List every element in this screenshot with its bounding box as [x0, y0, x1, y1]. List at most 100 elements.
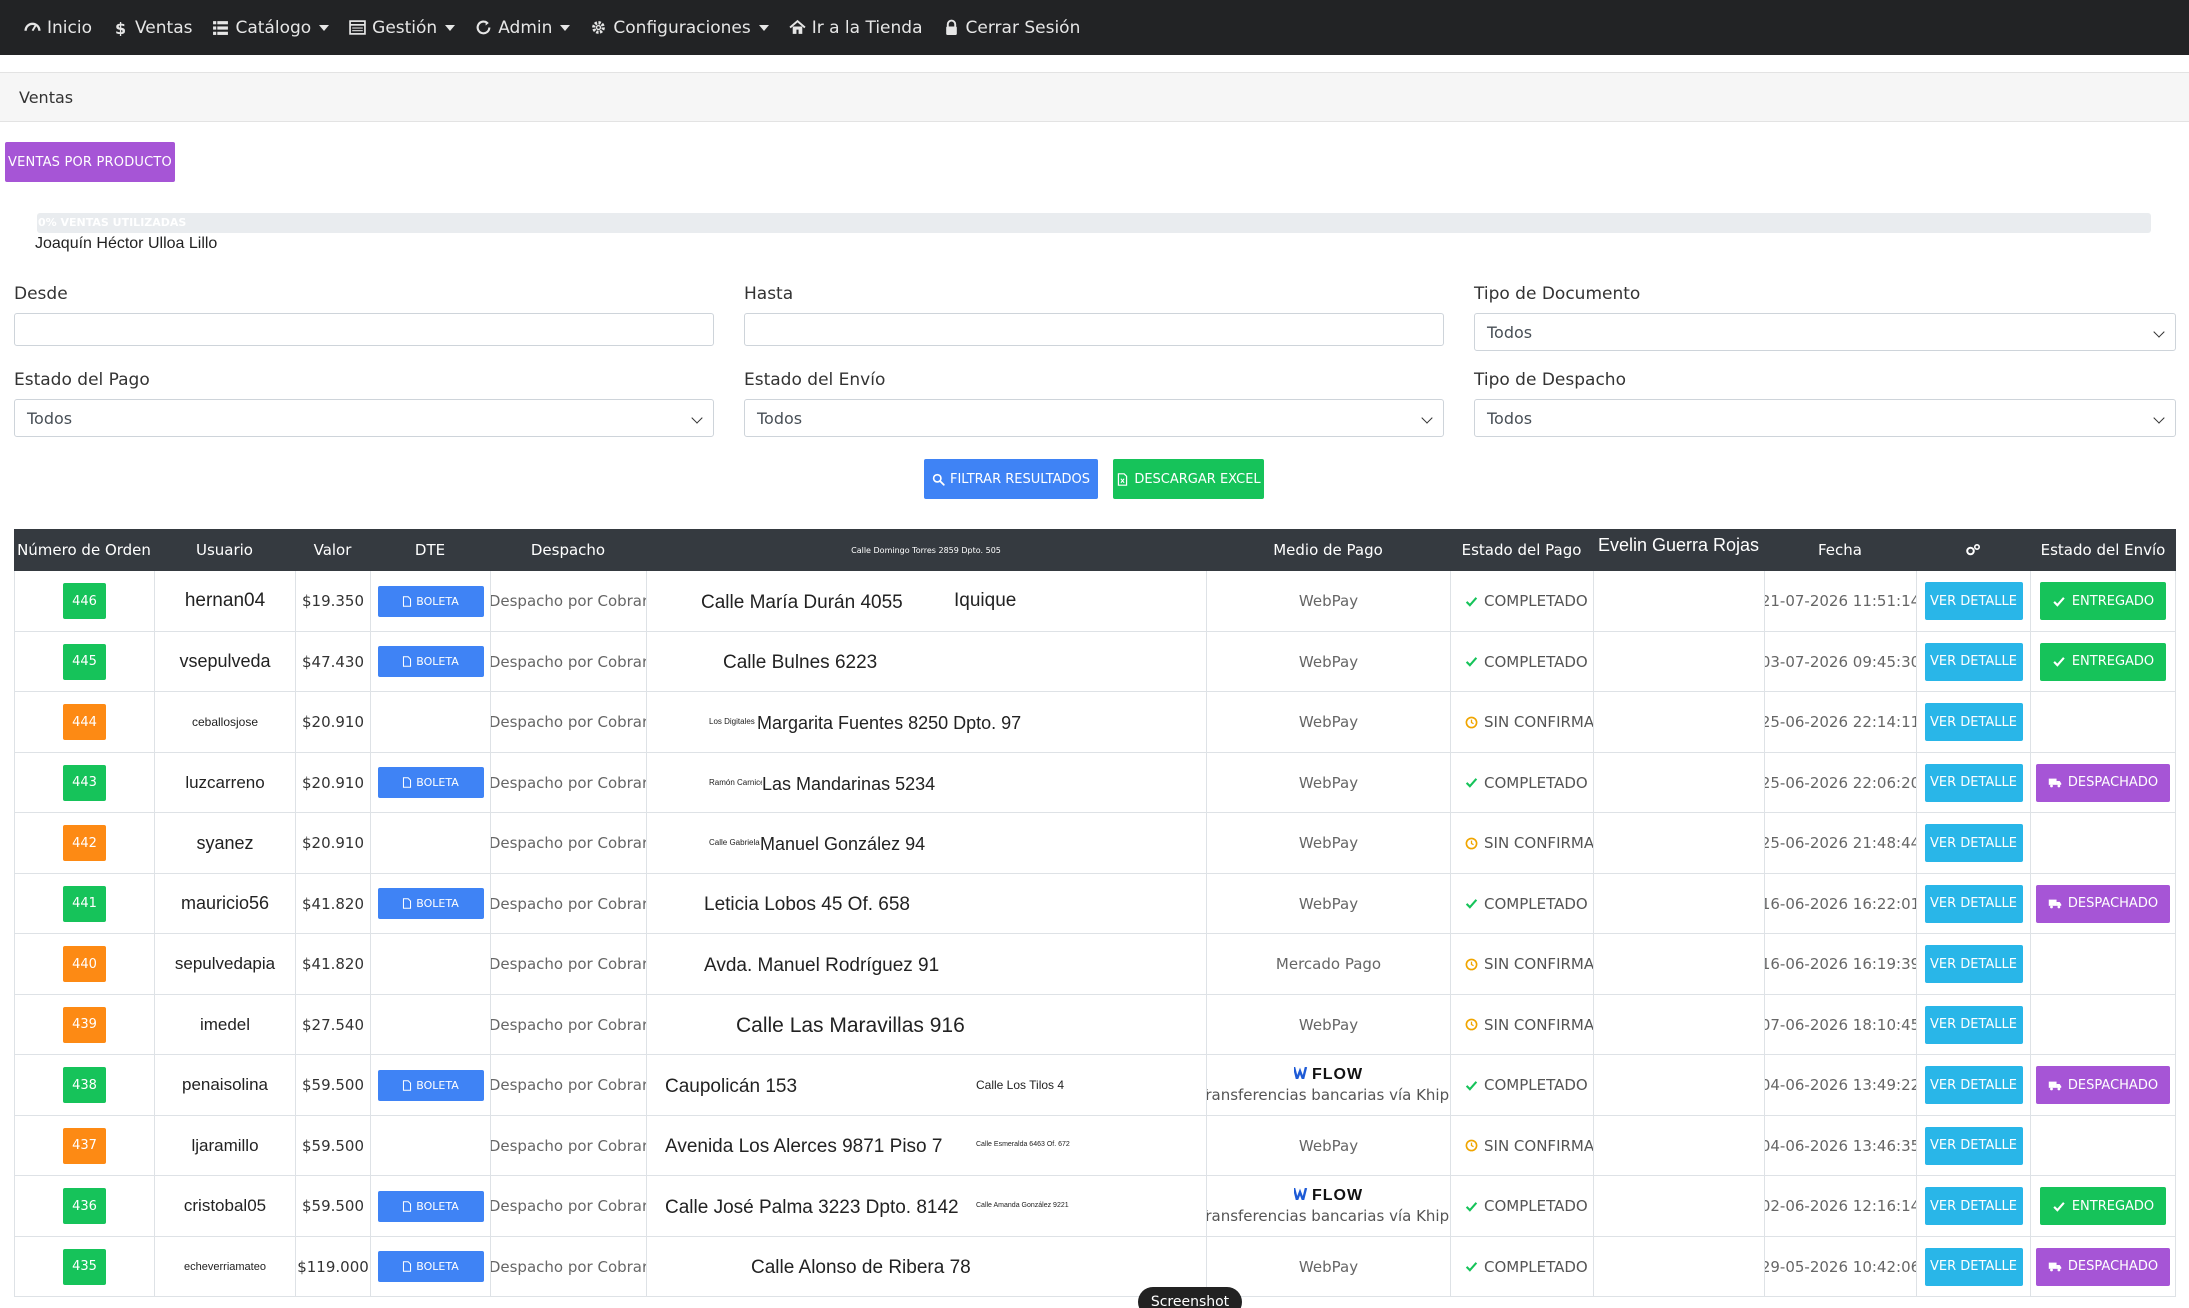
order-value: $19.350: [301, 592, 365, 610]
tipo-documento-select[interactable]: Todos: [1474, 313, 2176, 351]
ship-status-cell: ENTREGADO: [2030, 571, 2176, 631]
name-cell: [1593, 692, 1764, 752]
address-cell: Los Digitales 5975 Margarita Fuentes 8250…: [646, 692, 1206, 752]
tipo-despacho-select[interactable]: Todos: [1474, 399, 2176, 437]
ship-status-button[interactable]: ENTREGADO: [2039, 582, 2167, 620]
view-detail-button[interactable]: VER DETALLE: [1924, 824, 2023, 862]
order-number-badge[interactable]: 437: [63, 1127, 106, 1164]
user-cell: hernan04: [154, 571, 295, 631]
estado-envio-value: Todos: [757, 408, 803, 428]
table-row: 442 syanez $20.910 Despacho por Cobrar Calle…: [14, 813, 2176, 874]
view-detail-button[interactable]: VER DETALLE: [1924, 1005, 2023, 1044]
ship-status-button[interactable]: DESPACHADO: [2035, 763, 2171, 802]
nav-item-admin[interactable]: Admin: [475, 18, 571, 38]
hasta-input[interactable]: [744, 313, 1444, 346]
order-number-badge[interactable]: 443: [63, 764, 106, 801]
view-detail-button[interactable]: VER DETALLE: [1924, 945, 2023, 983]
nav-item-ventas[interactable]: $ Ventas: [112, 18, 193, 38]
nav-item-catálogo[interactable]: Catálogo: [212, 18, 330, 38]
view-detail-button[interactable]: VER DETALLE: [1924, 582, 2023, 620]
payment-status-label: COMPLETADO: [1484, 592, 1588, 610]
detail-cell: VER DETALLE: [1916, 873, 2030, 934]
view-detail-button[interactable]: VER DETALLE: [1924, 1066, 2023, 1104]
address-main: Caupolicán 153: [665, 1075, 798, 1097]
payment-status-cell: COMPLETADO: [1450, 752, 1593, 813]
order-number-badge[interactable]: 441: [63, 885, 106, 922]
desde-input[interactable]: [14, 313, 714, 346]
date-cell: 16-06-2026 16:22:01: [1764, 873, 1916, 934]
payment-status-cell: SIN CONFIRMAR: [1450, 994, 1593, 1055]
nav-item-cerrar-sesión[interactable]: Cerrar Sesión: [943, 17, 1081, 38]
order-number-badge[interactable]: 435: [63, 1248, 106, 1285]
order-number-badge[interactable]: 444: [63, 704, 106, 740]
order-number-badge[interactable]: 440: [63, 946, 106, 982]
ship-status-button[interactable]: DESPACHADO: [2035, 884, 2171, 923]
ship-status-button[interactable]: ENTREGADO: [2039, 1187, 2167, 1225]
nav-item-ir-a-la-tienda[interactable]: Ir a la Tienda: [789, 18, 923, 38]
dispatch-type: Despacho por Cobrar: [490, 955, 646, 973]
address-main: Calle Bulnes 6223: [723, 652, 878, 674]
order-number-badge[interactable]: 446: [63, 583, 106, 619]
user-cell: sepulvedapia: [154, 934, 295, 994]
dispatch-cell: Despacho por Cobrar: [490, 1236, 646, 1297]
order-number-badge[interactable]: 445: [63, 643, 106, 680]
boleta-button[interactable]: BOLETA: [377, 1251, 484, 1282]
gear-icon: [590, 19, 607, 36]
view-detail-button[interactable]: VER DETALLE: [1924, 1187, 2023, 1225]
boleta-button[interactable]: BOLETA: [377, 646, 484, 677]
order-cell: 444: [14, 692, 154, 752]
ship-status-button[interactable]: DESPACHADO: [2035, 1066, 2171, 1104]
payment-method: WebPay: [1298, 773, 1359, 792]
boleta-button[interactable]: BOLETA: [377, 767, 484, 798]
estado-pago-label: Estado del Pago: [14, 370, 150, 390]
nav-item-inicio[interactable]: Inicio: [24, 18, 92, 38]
breadcrumb: Ventas: [0, 72, 2189, 122]
nav-item-label: Cerrar Sesión: [965, 17, 1081, 38]
boleta-button[interactable]: BOLETA: [377, 1190, 484, 1222]
payment-status-cell: SIN CONFIRMAR: [1450, 813, 1593, 873]
value-cell: $59.500: [295, 1115, 370, 1176]
chevron-down-icon: [1421, 412, 1433, 424]
order-number-badge[interactable]: 439: [63, 1006, 106, 1043]
ship-status-button[interactable]: DESPACHADO: [2035, 1247, 2171, 1286]
payment-method-cell: Mercado Pago: [1206, 934, 1450, 994]
nav-item-configuraciones[interactable]: Configuraciones: [590, 18, 769, 38]
view-detail-button[interactable]: VER DETALLE: [1924, 763, 2023, 802]
flow-mark-icon: [1292, 1187, 1312, 1205]
file-icon: [402, 656, 416, 667]
view-detail-button[interactable]: VER DETALLE: [1924, 884, 2023, 923]
download-excel-button[interactable]: DESCARGAR EXCEL: [1113, 459, 1264, 499]
nav-item-gestión[interactable]: Gestión: [349, 18, 456, 38]
estado-envio-select[interactable]: Todos: [744, 399, 1444, 437]
order-number-badge[interactable]: 438: [63, 1067, 106, 1103]
order-number-badge[interactable]: 442: [63, 825, 106, 861]
payment-method-cell: FLOW Transferencias bancarias vía Khipu: [1206, 1176, 1450, 1236]
payment-method: WebPay: [1298, 834, 1359, 852]
payment-status-cell: SIN CONFIRMAR: [1450, 1115, 1593, 1176]
estado-pago-select[interactable]: Todos: [14, 399, 714, 437]
user-cell: penaisolina: [154, 1055, 295, 1115]
filter-results-button[interactable]: FILTRAR RESULTADOS: [924, 459, 1098, 499]
dte-cell: [370, 1115, 490, 1176]
view-detail-button[interactable]: VER DETALLE: [1924, 703, 2023, 741]
boleta-button[interactable]: BOLETA: [377, 1069, 484, 1101]
boleta-button[interactable]: BOLETA: [377, 888, 484, 919]
boleta-button[interactable]: BOLETA: [377, 585, 484, 617]
header-payment-status: Estado del Pago: [1461, 541, 1582, 559]
sales-by-product-button[interactable]: VENTAS POR PRODUCTO: [5, 142, 175, 182]
user-cell: echeverriamateo: [154, 1236, 295, 1297]
table-row: 439 imedel $27.540 Despacho por Cobrar Calle…: [14, 994, 2176, 1055]
order-value: $20.910: [301, 773, 365, 792]
payment-method-cell: WebPay: [1206, 873, 1450, 934]
value-cell: $41.820: [295, 873, 370, 934]
order-value: $59.500: [301, 1136, 365, 1155]
view-detail-button[interactable]: VER DETALLE: [1924, 1247, 2023, 1286]
view-detail-button[interactable]: VER DETALLE: [1924, 642, 2023, 681]
boleta-label: BOLETA: [416, 1199, 459, 1213]
dollar-icon: $: [112, 19, 129, 36]
truck-icon: [2048, 897, 2068, 910]
order-number-badge[interactable]: 436: [63, 1188, 106, 1224]
view-detail-button[interactable]: VER DETALLE: [1924, 1126, 2023, 1165]
username: hernan04: [184, 590, 266, 611]
ship-status-button[interactable]: ENTREGADO: [2039, 642, 2167, 681]
